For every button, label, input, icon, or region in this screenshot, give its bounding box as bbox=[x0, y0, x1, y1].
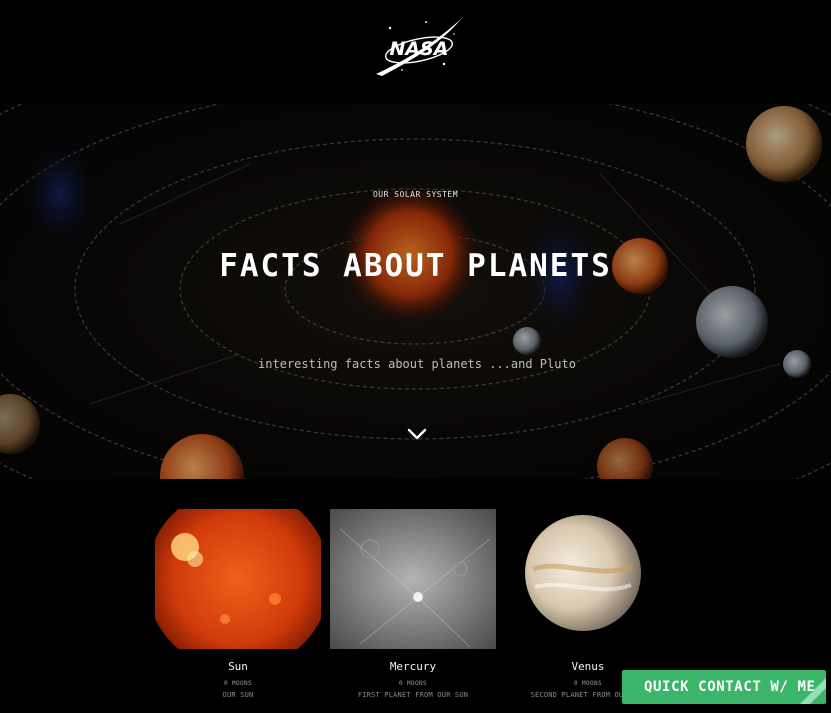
planet-moons: 0 MOONS bbox=[398, 680, 428, 687]
venus-image bbox=[505, 509, 671, 649]
planet-name: Sun bbox=[228, 660, 248, 673]
planet-card-mercury[interactable]: Mercury 0 MOONS FIRST PLANET FROM OUR SU… bbox=[330, 509, 496, 709]
page-title: FACTS ABOUT PLANETS bbox=[219, 248, 612, 284]
chevron-down-icon[interactable] bbox=[406, 426, 428, 440]
page: NASA OUR SOLAR SYSTEM FACTS ABOUT PLANET… bbox=[0, 0, 831, 713]
planet-description: OUR SUN bbox=[222, 691, 254, 699]
planet-description: FIRST PLANET FROM OUR SUN bbox=[357, 691, 469, 699]
hero-kicker: OUR SOLAR SYSTEM bbox=[372, 190, 459, 199]
top-bar: NASA bbox=[0, 0, 831, 104]
nasa-logo[interactable]: NASA bbox=[372, 14, 466, 82]
hero-banner: OUR SOLAR SYSTEM FACTS ABOUT PLANETS int… bbox=[0, 104, 831, 479]
hero-overlay bbox=[0, 104, 831, 479]
quick-contact-button[interactable]: QUICK CONTACT W/ ME bbox=[622, 670, 826, 704]
planet-name: Mercury bbox=[389, 660, 437, 673]
hero-subtitle: interesting facts about planets ...and P… bbox=[258, 357, 576, 371]
sun-image bbox=[155, 509, 321, 649]
svg-text:NASA: NASA bbox=[390, 38, 449, 60]
mercury-image bbox=[330, 509, 496, 649]
planet-card-sun[interactable]: Sun 0 MOONS OUR SUN bbox=[155, 509, 321, 709]
planet-moons: 0 MOONS bbox=[223, 680, 253, 687]
nasa-logo-icon: NASA bbox=[376, 18, 462, 76]
quick-contact-label: QUICK CONTACT W/ ME bbox=[644, 679, 816, 695]
corner-stripe bbox=[800, 678, 826, 704]
